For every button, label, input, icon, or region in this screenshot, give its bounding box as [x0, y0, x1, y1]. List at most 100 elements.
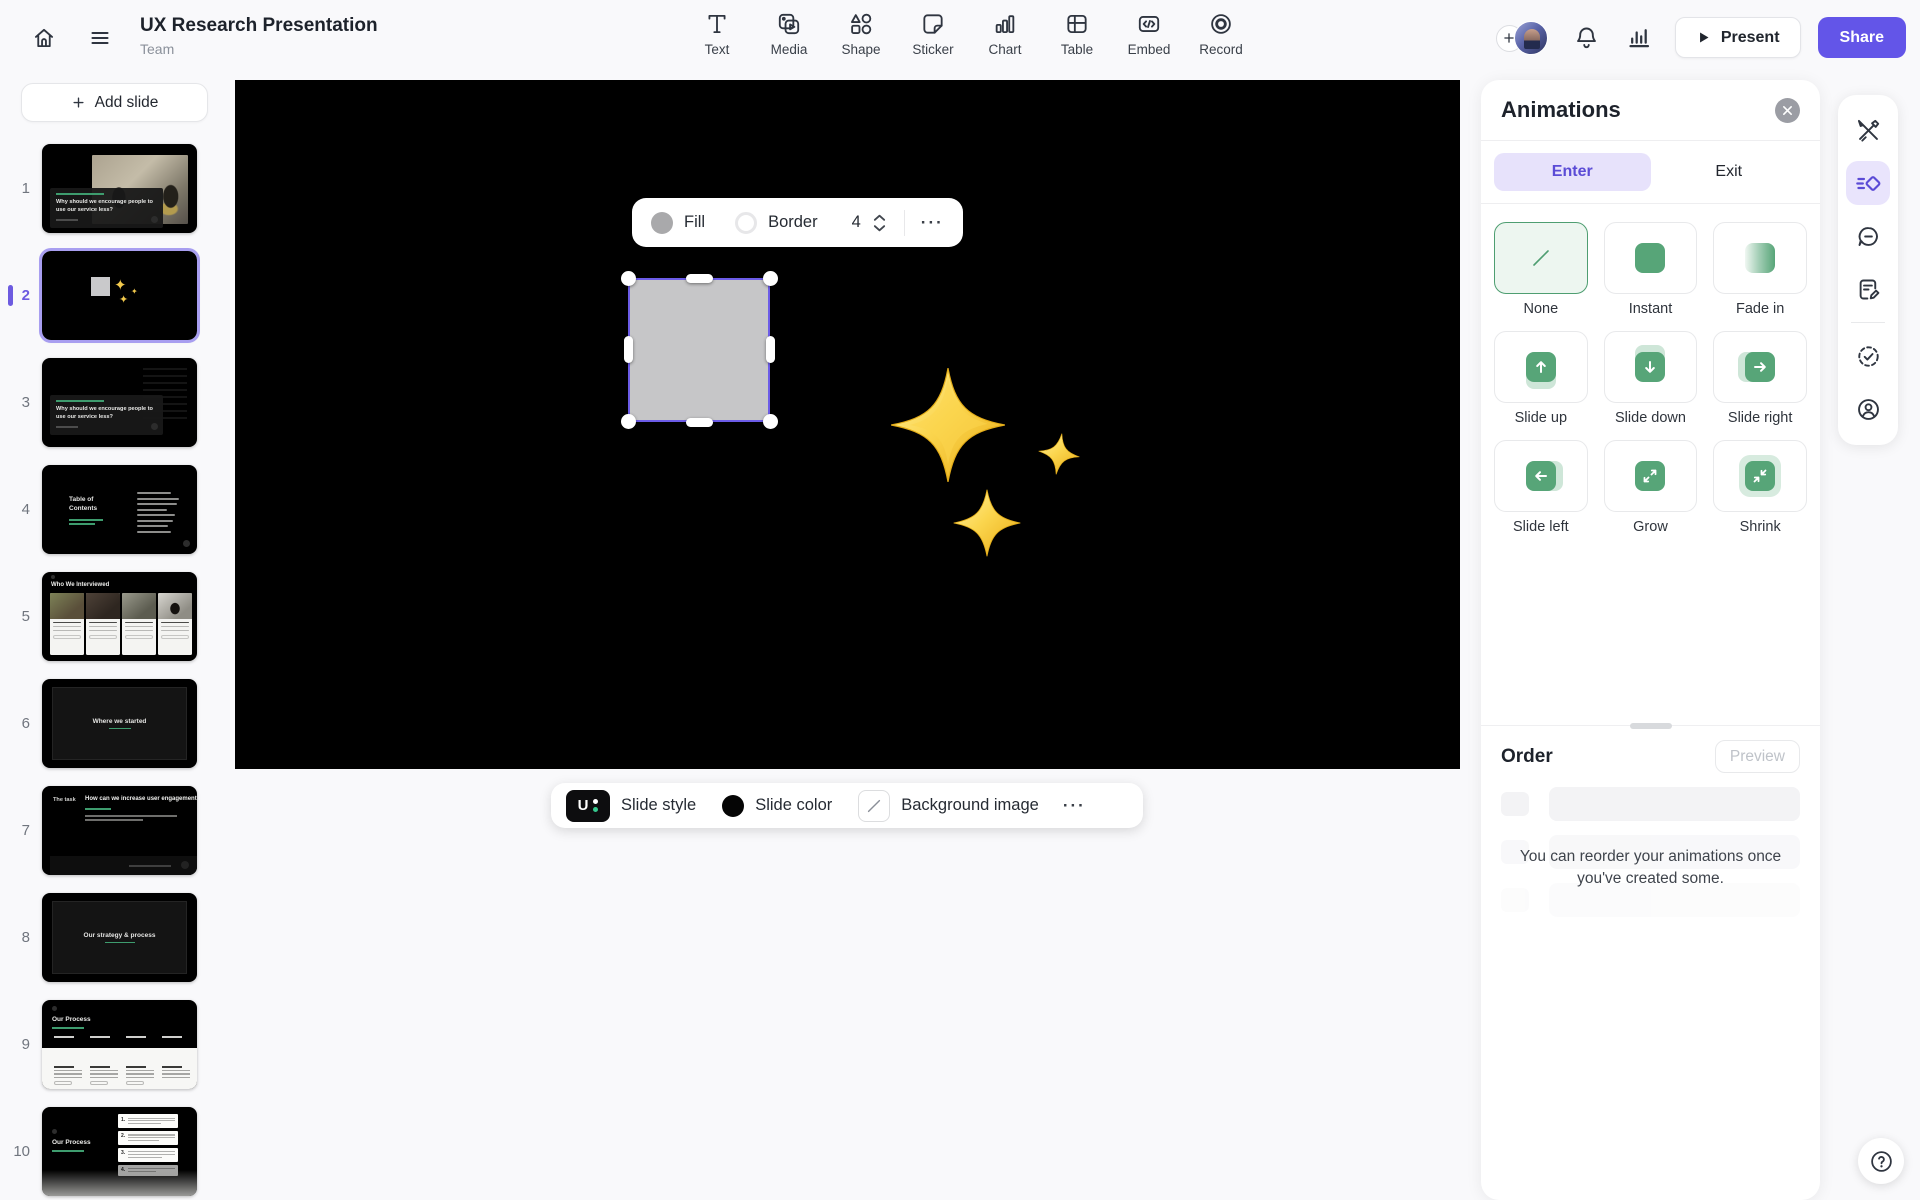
animation-option-fade-in[interactable]: Fade in: [1713, 222, 1807, 317]
animation-option-slide-left[interactable]: Slide left: [1494, 440, 1588, 535]
resize-handle-ne[interactable]: [763, 271, 778, 286]
document-title[interactable]: UX Research Presentation: [140, 15, 378, 37]
analytics-button[interactable]: [1622, 20, 1658, 56]
slide-canvas[interactable]: [235, 80, 1460, 769]
border-width-value[interactable]: 4: [852, 213, 861, 232]
notifications-button[interactable]: [1569, 20, 1605, 56]
checklist-button[interactable]: [1846, 334, 1890, 378]
slide-thumbnail-8[interactable]: Our strategy & process: [42, 893, 197, 982]
slide-thumbnail-3[interactable]: Why should we encourage people to use ou…: [42, 358, 197, 447]
order-placeholder-row: [1501, 787, 1800, 821]
tab-exit[interactable]: Exit: [1651, 153, 1808, 191]
slide-row-10[interactable]: 10 Our Process 1. 2. 3. 4.: [0, 1107, 235, 1196]
add-slide-button[interactable]: Add slide: [21, 83, 208, 122]
sparkle-sticker-large[interactable]: [890, 367, 1006, 483]
tab-enter[interactable]: Enter: [1494, 153, 1651, 191]
sparkle-sticker-small[interactable]: [1035, 430, 1082, 477]
tool-table[interactable]: Table: [1052, 11, 1102, 57]
tool-embed[interactable]: Embed: [1124, 11, 1174, 57]
animation-option-slide-right[interactable]: Slide right: [1713, 331, 1807, 426]
border-color-swatch[interactable]: [735, 212, 757, 234]
embed-icon: [1136, 11, 1162, 37]
slide-thumbnail-7[interactable]: The task How can we increase user engage…: [42, 786, 197, 875]
more-options-button[interactable]: ···: [921, 213, 944, 233]
resize-handle-nw[interactable]: [621, 271, 636, 286]
play-icon: [1696, 30, 1711, 45]
resize-handle-n[interactable]: [686, 274, 713, 283]
slide-row-7[interactable]: 7 The task How can we increase user enga…: [0, 786, 235, 875]
background-image-label[interactable]: Background image: [901, 796, 1039, 815]
diagonal-line-icon: [864, 796, 884, 816]
slide-row-1[interactable]: 1 Why should we encourage people to use …: [0, 144, 235, 233]
slide-row-6[interactable]: 6 Where we started: [0, 679, 235, 768]
tool-text[interactable]: Text: [692, 11, 742, 57]
chevron-up-icon: [873, 214, 886, 222]
animation-option-instant[interactable]: Instant: [1604, 222, 1698, 317]
slide-row-5[interactable]: 5 Who We Interviewed: [0, 572, 235, 661]
slide-row-8[interactable]: 8 Our strategy & process: [0, 893, 235, 982]
resize-handle-s[interactable]: [686, 418, 713, 427]
slide-thumbnail-1[interactable]: Why should we encourage people to use ou…: [42, 144, 197, 233]
check-circle-icon: [1855, 343, 1882, 370]
panel-resize-handle[interactable]: [1630, 723, 1672, 729]
slide-row-4[interactable]: 4 Table of Contents: [0, 465, 235, 554]
help-button[interactable]: [1858, 1138, 1904, 1184]
animation-option-grow[interactable]: Grow: [1604, 440, 1698, 535]
border-label[interactable]: Border: [768, 213, 818, 232]
home-button[interactable]: [26, 20, 62, 56]
preview-button[interactable]: Preview: [1715, 740, 1800, 773]
slide-style-badge[interactable]: U: [566, 790, 610, 822]
resize-handle-sw[interactable]: [621, 414, 636, 429]
share-button[interactable]: Share: [1818, 17, 1906, 58]
shrink-icon: [1745, 461, 1775, 491]
animation-option-slide-up[interactable]: Slide up: [1494, 331, 1588, 426]
selected-slide-indicator: [8, 285, 13, 306]
fill-color-swatch[interactable]: [651, 212, 673, 234]
slide-color-swatch[interactable]: [722, 795, 744, 817]
profile-button[interactable]: [1846, 387, 1890, 431]
slide-thumbnail-6[interactable]: Where we started: [42, 679, 197, 768]
sparkle-sticker-mini: ✦: [119, 295, 128, 306]
tool-record[interactable]: Record: [1196, 11, 1246, 57]
animation-option-slide-down[interactable]: Slide down: [1604, 331, 1698, 426]
resize-handle-w[interactable]: [624, 336, 633, 363]
slide-color-label[interactable]: Slide color: [755, 796, 832, 815]
slide-thumbnail-4[interactable]: Table of Contents: [42, 465, 197, 554]
notes-button[interactable]: [1846, 267, 1890, 311]
background-image-swatch[interactable]: [858, 790, 890, 822]
selected-square-shape[interactable]: [628, 278, 770, 422]
tool-shape[interactable]: Shape: [836, 11, 886, 57]
plus-icon: [71, 95, 86, 110]
animation-option-shrink[interactable]: Shrink: [1713, 440, 1807, 535]
comments-button[interactable]: [1846, 214, 1890, 258]
tool-chart[interactable]: Chart: [980, 11, 1030, 57]
animation-options-grid: None Instant Fade in Slide up: [1481, 204, 1820, 535]
slide-thumbnail-5[interactable]: Who We Interviewed: [42, 572, 197, 661]
slide-row-9[interactable]: 9 Our Process: [0, 1000, 235, 1089]
resize-handle-e[interactable]: [766, 336, 775, 363]
slide-thumbnail-10[interactable]: Our Process 1. 2. 3. 4.: [42, 1107, 197, 1196]
menu-button[interactable]: [82, 20, 118, 56]
user-avatar[interactable]: [1514, 21, 1548, 55]
border-width-stepper[interactable]: [873, 214, 886, 232]
slide-thumbnail-2[interactable]: ✦ ✦ ✦: [42, 251, 197, 340]
close-panel-button[interactable]: [1775, 98, 1800, 123]
tool-sticker[interactable]: Sticker: [908, 11, 958, 57]
slide-style-label[interactable]: Slide style: [621, 796, 696, 815]
animation-option-none[interactable]: None: [1494, 222, 1588, 317]
chevron-down-icon: [873, 224, 886, 232]
slide-more-options-button[interactable]: ···: [1063, 796, 1086, 816]
resize-handle-se[interactable]: [763, 414, 778, 429]
slide-thumbnail-9[interactable]: Our Process: [42, 1000, 197, 1089]
design-button[interactable]: [1846, 108, 1890, 152]
sparkle-sticker-medium[interactable]: [953, 487, 1021, 559]
slide-row-3[interactable]: 3 Why should we encourage people to use …: [0, 358, 235, 447]
animations-header: Animations: [1481, 80, 1820, 141]
tool-media[interactable]: Media: [764, 11, 814, 57]
sparkle-sticker-mini: ✦: [131, 288, 138, 296]
close-icon: [1782, 105, 1793, 116]
animations-button[interactable]: [1846, 161, 1890, 205]
fill-label[interactable]: Fill: [684, 213, 705, 232]
present-button[interactable]: Present: [1675, 17, 1801, 58]
slide-row-2[interactable]: 2 ✦ ✦ ✦: [0, 251, 235, 340]
